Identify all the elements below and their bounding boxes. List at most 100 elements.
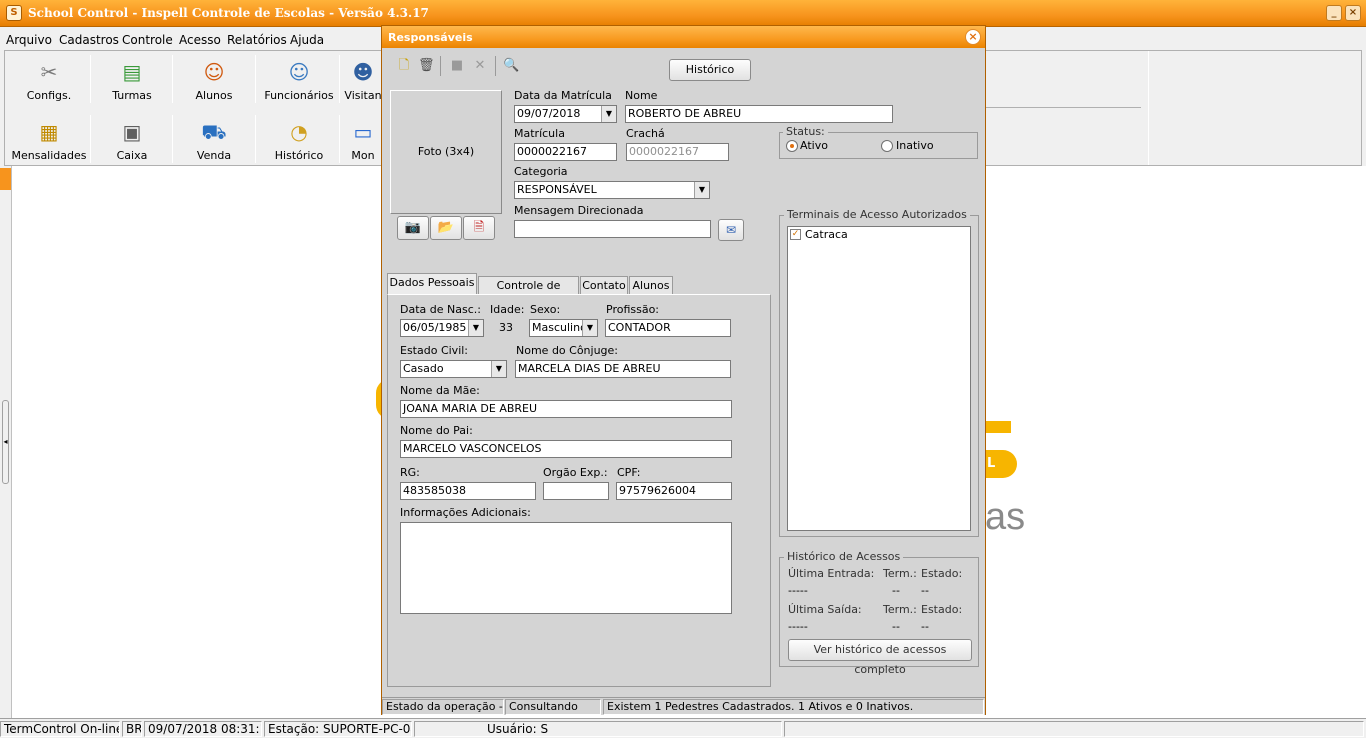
ativo-radio[interactable] — [786, 140, 798, 152]
sexo-label: Sexo: — [530, 303, 561, 316]
estado-civil-label: Estado Civil: — [400, 344, 469, 357]
entrada-term-value: -- — [892, 584, 900, 597]
dialog-title-bar[interactable]: Responsáveis × — [382, 26, 985, 48]
save-icon[interactable]: ■ — [449, 58, 465, 74]
open-folder-button[interactable]: 📂 — [430, 216, 462, 240]
toolbar-caixa-button[interactable]: ▣ Caixa — [93, 113, 171, 169]
toolbar-venda-button[interactable]: ⛟ Venda — [175, 113, 253, 169]
data-matricula-field[interactable]: 09/07/2018 ▼ — [514, 105, 617, 123]
toolbar-funcionarios-button[interactable]: ☺ Funcionários — [258, 53, 340, 109]
menu-acesso[interactable]: Acesso — [179, 33, 221, 47]
splitter-collapse-handle[interactable]: ◂ — [2, 400, 9, 484]
pai-label: Nome do Pai: — [400, 424, 473, 437]
toolbar-configs-label: Configs. — [26, 89, 72, 102]
dialog-status-bar: Estado da operação -> Consultando Existe… — [382, 697, 985, 715]
toolbar-historico-button[interactable]: ◔ Histórico — [258, 113, 340, 169]
students-icon: ☺ — [203, 60, 225, 84]
toolbar-monitor-button[interactable]: ▭ Mon — [343, 113, 383, 169]
app-title-bar: S School Control - Inspell Controle de E… — [0, 0, 1366, 27]
chevron-down-icon[interactable]: ▼ — [601, 106, 616, 122]
status-termcontrol: TermControl On-line — [0, 721, 120, 737]
profissao-field[interactable]: CONTADOR — [605, 319, 731, 337]
left-splitter[interactable]: ◂ — [0, 166, 12, 718]
toolbar-separator — [90, 115, 91, 163]
status-datetime: 09/07/2018 08:31:17 — [144, 721, 262, 737]
status-language: BR — [122, 721, 142, 737]
photo-frame[interactable]: Foto (3x4) — [390, 90, 502, 214]
nasc-field[interactable]: 06/05/1985 ▼ — [400, 319, 484, 337]
ativo-label: Ativo — [800, 139, 828, 152]
toolbar-visitantes-button[interactable]: ☻ Visitan — [343, 53, 383, 109]
inativo-label: Inativo — [896, 139, 934, 152]
profissao-label: Profissão: — [606, 303, 660, 316]
ver-historico-completo-button[interactable]: Ver histórico de acessos completo — [788, 639, 972, 676]
send-message-button[interactable]: ✉ — [718, 219, 744, 241]
info-adicionais-textarea[interactable] — [400, 522, 732, 614]
menu-relatorios[interactable]: Relatórios — [227, 33, 287, 47]
nome-field[interactable]: ROBERTO DE ABREU — [625, 105, 893, 123]
orgao-field[interactable] — [543, 482, 609, 500]
close-button[interactable]: × — [1345, 5, 1361, 21]
categoria-select[interactable]: RESPONSÁVEL ▼ — [514, 181, 710, 199]
cancel-icon[interactable]: ✕ — [472, 58, 488, 74]
menu-ajuda[interactable]: Ajuda — [290, 33, 324, 47]
chevron-down-icon[interactable]: ▼ — [582, 320, 597, 336]
menu-cadastros[interactable]: Cadastros — [59, 33, 119, 47]
folder-clock-icon: ◔ — [290, 120, 308, 144]
orgao-label: Orgão Exp.: — [543, 466, 608, 479]
historico-acessos-legend: Histórico de Acessos — [784, 550, 904, 563]
tab-dados-pessoais[interactable]: Dados Pessoais — [387, 273, 477, 295]
tab-alunos[interactable]: Alunos — [629, 276, 673, 295]
categoria-label: Categoria — [514, 165, 568, 178]
new-record-icon[interactable]: 🗋 — [396, 58, 412, 74]
chevron-down-icon[interactable]: ▼ — [694, 182, 709, 198]
historico-button[interactable]: Histórico — [669, 59, 751, 81]
catraca-checkbox[interactable]: ✓ — [790, 229, 801, 240]
dialog-close-button[interactable]: × — [965, 29, 981, 45]
dialog-title: Responsáveis — [388, 31, 473, 44]
toolbar-historico-label: Histórico — [274, 149, 324, 162]
mensagem-field[interactable] — [514, 220, 711, 238]
envelope-icon: ✉ — [725, 223, 737, 237]
terminais-list[interactable]: ✓ Catraca — [787, 226, 971, 531]
toolbar-alunos-button[interactable]: ☺ Alunos — [175, 53, 253, 109]
menu-controle[interactable]: Controle — [122, 33, 173, 47]
cpf-field[interactable]: 97579626004 — [616, 482, 732, 500]
toolbar-turmas-button[interactable]: ▤ Turmas — [93, 53, 171, 109]
toolbar-mensalidades-button[interactable]: ▦ Mensalidades — [10, 113, 88, 169]
sexo-select[interactable]: Masculino ▼ — [529, 319, 598, 337]
monitor-icon: ▭ — [353, 120, 373, 144]
saida-estado-label: Estado: — [921, 603, 963, 616]
toolbar-visitantes-label: Visitan — [344, 89, 382, 102]
tab-contato[interactable]: Contato — [580, 276, 628, 295]
chevron-down-icon[interactable]: ▼ — [468, 320, 483, 336]
camera-button[interactable]: 📷 — [397, 216, 429, 240]
terminais-group: Terminais de Acesso Autorizados ✓ Catrac… — [779, 208, 979, 537]
estado-operacao-value: Consultando — [505, 699, 601, 715]
toolbar-configs-button[interactable]: ✂ Configs. — [10, 53, 88, 109]
background-logo-fragment — [985, 421, 1011, 433]
cracha-field[interactable]: 0000022167 — [626, 143, 729, 161]
chevron-down-icon[interactable]: ▼ — [491, 361, 506, 377]
toolbar-separator — [339, 115, 340, 163]
minimize-button[interactable]: _ — [1326, 5, 1342, 21]
toolbar-separator — [255, 115, 256, 163]
inativo-radio[interactable] — [881, 140, 893, 152]
conjuge-field[interactable]: MARCELA DIAS DE ABREU — [515, 360, 731, 378]
radio-dot — [790, 144, 794, 148]
estado-civil-select[interactable]: Casado ▼ — [400, 360, 507, 378]
matricula-field[interactable]: 0000022167 — [514, 143, 617, 161]
status-empty — [784, 721, 1364, 737]
status-station: Estação: SUPORTE-PC-04 — [264, 721, 412, 737]
status-group: Status: Ativo Inativo — [779, 125, 978, 159]
rg-field[interactable]: 483585038 — [400, 482, 536, 500]
toolbar-separator — [90, 55, 91, 103]
menu-arquivo[interactable]: Arquivo — [6, 33, 52, 47]
delete-trash-icon[interactable]: 🗑 — [418, 58, 435, 74]
clear-photo-button[interactable]: 🗎 — [463, 216, 495, 240]
tab-controle-de-acesso[interactable]: Controle de Acesso — [478, 276, 579, 309]
mae-field[interactable]: JOANA MARIA DE ABREU — [400, 400, 732, 418]
terminais-legend: Terminais de Acesso Autorizados — [784, 208, 970, 221]
pai-field[interactable]: MARCELO VASCONCELOS — [400, 440, 732, 458]
search-document-icon[interactable]: 🔍 — [503, 58, 519, 74]
